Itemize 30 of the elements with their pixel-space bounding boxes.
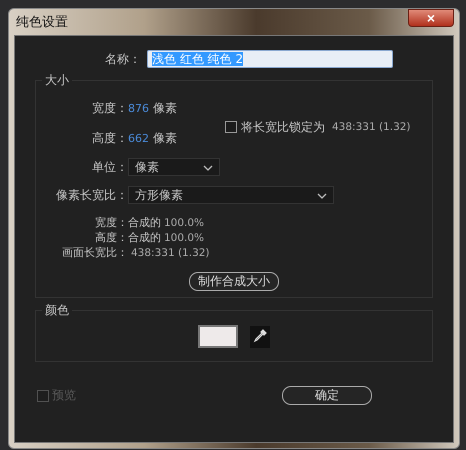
field-label: 画面长宽比： <box>61 245 128 260</box>
field-label: 宽度： <box>94 215 128 230</box>
value-text: 876 <box>128 102 149 114</box>
group-title: 颜色 <box>42 302 72 319</box>
color-swatch[interactable] <box>198 325 238 348</box>
field-label: 单位： <box>91 158 128 176</box>
field-label: 高度： <box>94 230 128 245</box>
eyedropper-icon[interactable] <box>250 326 270 348</box>
unit-label: 像素 <box>153 100 177 116</box>
dropdown[interactable]: 方形像素 <box>128 186 334 204</box>
value-text: 662 <box>128 132 149 144</box>
close-button[interactable]: × <box>408 9 454 27</box>
value-text: 合成的 <box>128 230 161 245</box>
make-comp-size-button[interactable]: 制作合成大小 <box>189 272 279 291</box>
field-label: 名称： <box>105 50 141 68</box>
checkbox-label: 将长宽比锁定为 <box>241 118 325 136</box>
percent-text: 100.0% <box>164 232 204 244</box>
ratio-text: 438:331 (1.32) <box>131 246 210 258</box>
ok-button[interactable]: 确定 <box>282 386 372 405</box>
field-label: 宽度： <box>91 100 128 116</box>
window-title: 纯色设置 <box>15 14 68 31</box>
field-label: 像素长宽比： <box>55 186 128 204</box>
group-title: 大小 <box>42 72 72 89</box>
percent-text: 100.0% <box>164 216 204 228</box>
unit-label: 像素 <box>153 130 177 146</box>
field-label: 高度： <box>91 130 128 146</box>
value-text: 合成的 <box>128 215 161 230</box>
ratio-text: 438:331 (1.32) <box>332 121 411 133</box>
dropdown[interactable]: 像素 <box>128 158 220 176</box>
checkbox[interactable] <box>225 121 237 133</box>
